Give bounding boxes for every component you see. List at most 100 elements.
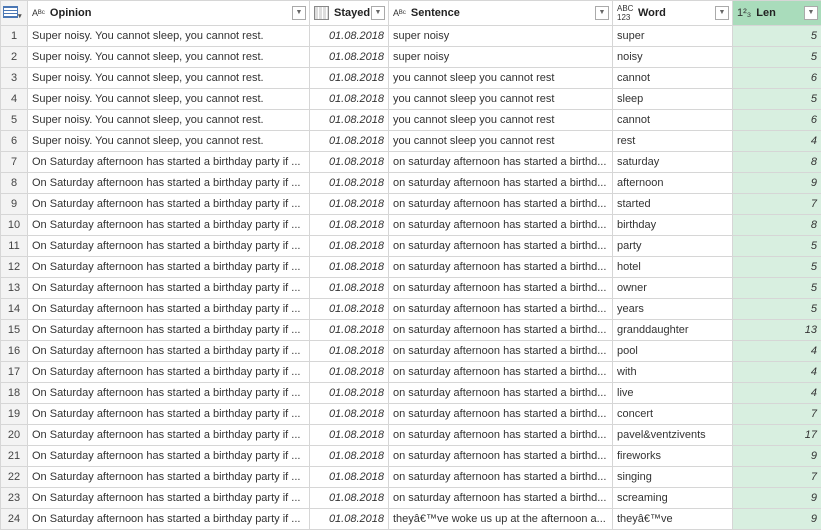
cell-opinion[interactable]: On Saturday afternoon has started a birt… — [28, 404, 310, 425]
cell-opinion[interactable]: Super noisy. You cannot sleep, you canno… — [28, 131, 310, 152]
column-header-word[interactable]: ABC 123Word▼ — [613, 1, 733, 26]
cell-opinion[interactable]: On Saturday afternoon has started a birt… — [28, 467, 310, 488]
cell-opinion[interactable]: On Saturday afternoon has started a birt… — [28, 446, 310, 467]
cell-stayed[interactable]: 01.08.2018 — [310, 509, 389, 530]
cell-sentence[interactable]: on saturday afternoon has started a birt… — [389, 173, 613, 194]
table-row[interactable]: 5Super noisy. You cannot sleep, you cann… — [1, 110, 821, 131]
cell-word[interactable]: fireworks — [613, 446, 733, 467]
cell-sentence[interactable]: you cannot sleep you cannot rest — [389, 89, 613, 110]
cell-len[interactable]: 4 — [733, 362, 821, 383]
cell-word[interactable]: started — [613, 194, 733, 215]
cell-sentence[interactable]: on saturday afternoon has started a birt… — [389, 404, 613, 425]
row-number[interactable]: 1 — [1, 26, 28, 47]
cell-sentence[interactable]: you cannot sleep you cannot rest — [389, 68, 613, 89]
table-row[interactable]: 17On Saturday afternoon has started a bi… — [1, 362, 821, 383]
cell-len[interactable]: 7 — [733, 467, 821, 488]
cell-sentence[interactable]: on saturday afternoon has started a birt… — [389, 488, 613, 509]
cell-word[interactable]: live — [613, 383, 733, 404]
table-row[interactable]: 8On Saturday afternoon has started a bir… — [1, 173, 821, 194]
cell-word[interactable]: noisy — [613, 47, 733, 68]
cell-len[interactable]: 8 — [733, 215, 821, 236]
cell-word[interactable]: singing — [613, 467, 733, 488]
cell-len[interactable]: 6 — [733, 68, 821, 89]
cell-len[interactable]: 17 — [733, 425, 821, 446]
cell-opinion[interactable]: On Saturday afternoon has started a birt… — [28, 299, 310, 320]
row-number[interactable]: 11 — [1, 236, 28, 257]
row-number[interactable]: 22 — [1, 467, 28, 488]
column-header-stayed[interactable]: Stayed▼ — [310, 1, 389, 26]
cell-sentence[interactable]: on saturday afternoon has started a birt… — [389, 320, 613, 341]
cell-len[interactable]: 9 — [733, 509, 821, 530]
cell-stayed[interactable]: 01.08.2018 — [310, 152, 389, 173]
row-number[interactable]: 14 — [1, 299, 28, 320]
row-number[interactable]: 16 — [1, 341, 28, 362]
cell-stayed[interactable]: 01.08.2018 — [310, 257, 389, 278]
cell-word[interactable]: party — [613, 236, 733, 257]
cell-opinion[interactable]: On Saturday afternoon has started a birt… — [28, 362, 310, 383]
column-header-sentence[interactable]: AᴮᶜSentence▼ — [389, 1, 613, 26]
cell-stayed[interactable]: 01.08.2018 — [310, 404, 389, 425]
cell-stayed[interactable]: 01.08.2018 — [310, 278, 389, 299]
date-type-icon[interactable] — [314, 6, 329, 20]
cell-word[interactable]: screaming — [613, 488, 733, 509]
cell-word[interactable]: years — [613, 299, 733, 320]
cell-stayed[interactable]: 01.08.2018 — [310, 446, 389, 467]
filter-dropdown-button[interactable]: ▼ — [595, 6, 609, 20]
row-number[interactable]: 4 — [1, 89, 28, 110]
cell-stayed[interactable]: 01.08.2018 — [310, 68, 389, 89]
cell-word[interactable]: granddaughter — [613, 320, 733, 341]
cell-sentence[interactable]: you cannot sleep you cannot rest — [389, 110, 613, 131]
cell-word[interactable]: rest — [613, 131, 733, 152]
cell-opinion[interactable]: On Saturday afternoon has started a birt… — [28, 488, 310, 509]
cell-word[interactable]: cannot — [613, 110, 733, 131]
cell-stayed[interactable]: 01.08.2018 — [310, 320, 389, 341]
table-row[interactable]: 1Super noisy. You cannot sleep, you cann… — [1, 26, 821, 47]
row-number[interactable]: 19 — [1, 404, 28, 425]
cell-word[interactable]: pool — [613, 341, 733, 362]
row-number[interactable]: 12 — [1, 257, 28, 278]
cell-sentence[interactable]: on saturday afternoon has started a birt… — [389, 467, 613, 488]
cell-len[interactable]: 5 — [733, 89, 821, 110]
cell-opinion[interactable]: Super noisy. You cannot sleep, you canno… — [28, 47, 310, 68]
table-row[interactable]: 13On Saturday afternoon has started a bi… — [1, 278, 821, 299]
cell-sentence[interactable]: on saturday afternoon has started a birt… — [389, 236, 613, 257]
cell-word[interactable]: owner — [613, 278, 733, 299]
cell-len[interactable]: 9 — [733, 446, 821, 467]
cell-len[interactable]: 13 — [733, 320, 821, 341]
cell-len[interactable]: 7 — [733, 404, 821, 425]
row-number[interactable]: 17 — [1, 362, 28, 383]
cell-opinion[interactable]: On Saturday afternoon has started a birt… — [28, 341, 310, 362]
cell-stayed[interactable]: 01.08.2018 — [310, 299, 389, 320]
cell-stayed[interactable]: 01.08.2018 — [310, 488, 389, 509]
column-header-len[interactable]: 1²₃Len▼ — [733, 1, 821, 26]
cell-sentence[interactable]: on saturday afternoon has started a birt… — [389, 194, 613, 215]
cell-word[interactable]: birthday — [613, 215, 733, 236]
cell-stayed[interactable]: 01.08.2018 — [310, 425, 389, 446]
cell-opinion[interactable]: On Saturday afternoon has started a birt… — [28, 383, 310, 404]
cell-opinion[interactable]: On Saturday afternoon has started a birt… — [28, 236, 310, 257]
cell-stayed[interactable]: 01.08.2018 — [310, 362, 389, 383]
table-row[interactable]: 15On Saturday afternoon has started a bi… — [1, 320, 821, 341]
cell-stayed[interactable]: 01.08.2018 — [310, 383, 389, 404]
cell-word[interactable]: saturday — [613, 152, 733, 173]
column-header-opinion[interactable]: AᴮᶜOpinion▼ — [28, 1, 310, 26]
cell-len[interactable]: 9 — [733, 173, 821, 194]
cell-len[interactable]: 9 — [733, 488, 821, 509]
text-type-icon[interactable]: Aᴮᶜ — [393, 9, 406, 18]
cell-len[interactable]: 5 — [733, 236, 821, 257]
cell-len[interactable]: 8 — [733, 152, 821, 173]
cell-stayed[interactable]: 01.08.2018 — [310, 131, 389, 152]
row-number[interactable]: 5 — [1, 110, 28, 131]
table-row[interactable]: 24On Saturday afternoon has started a bi… — [1, 509, 821, 530]
filter-dropdown-button[interactable]: ▼ — [292, 6, 306, 20]
cell-sentence[interactable]: on saturday afternoon has started a birt… — [389, 362, 613, 383]
any-type-icon[interactable]: ABC 123 — [617, 4, 633, 22]
cell-word[interactable]: with — [613, 362, 733, 383]
cell-opinion[interactable]: On Saturday afternoon has started a birt… — [28, 215, 310, 236]
cell-stayed[interactable]: 01.08.2018 — [310, 26, 389, 47]
cell-stayed[interactable]: 01.08.2018 — [310, 89, 389, 110]
cell-opinion[interactable]: On Saturday afternoon has started a birt… — [28, 320, 310, 341]
row-number[interactable]: 20 — [1, 425, 28, 446]
table-row[interactable]: 2Super noisy. You cannot sleep, you cann… — [1, 47, 821, 68]
cell-len[interactable]: 6 — [733, 110, 821, 131]
